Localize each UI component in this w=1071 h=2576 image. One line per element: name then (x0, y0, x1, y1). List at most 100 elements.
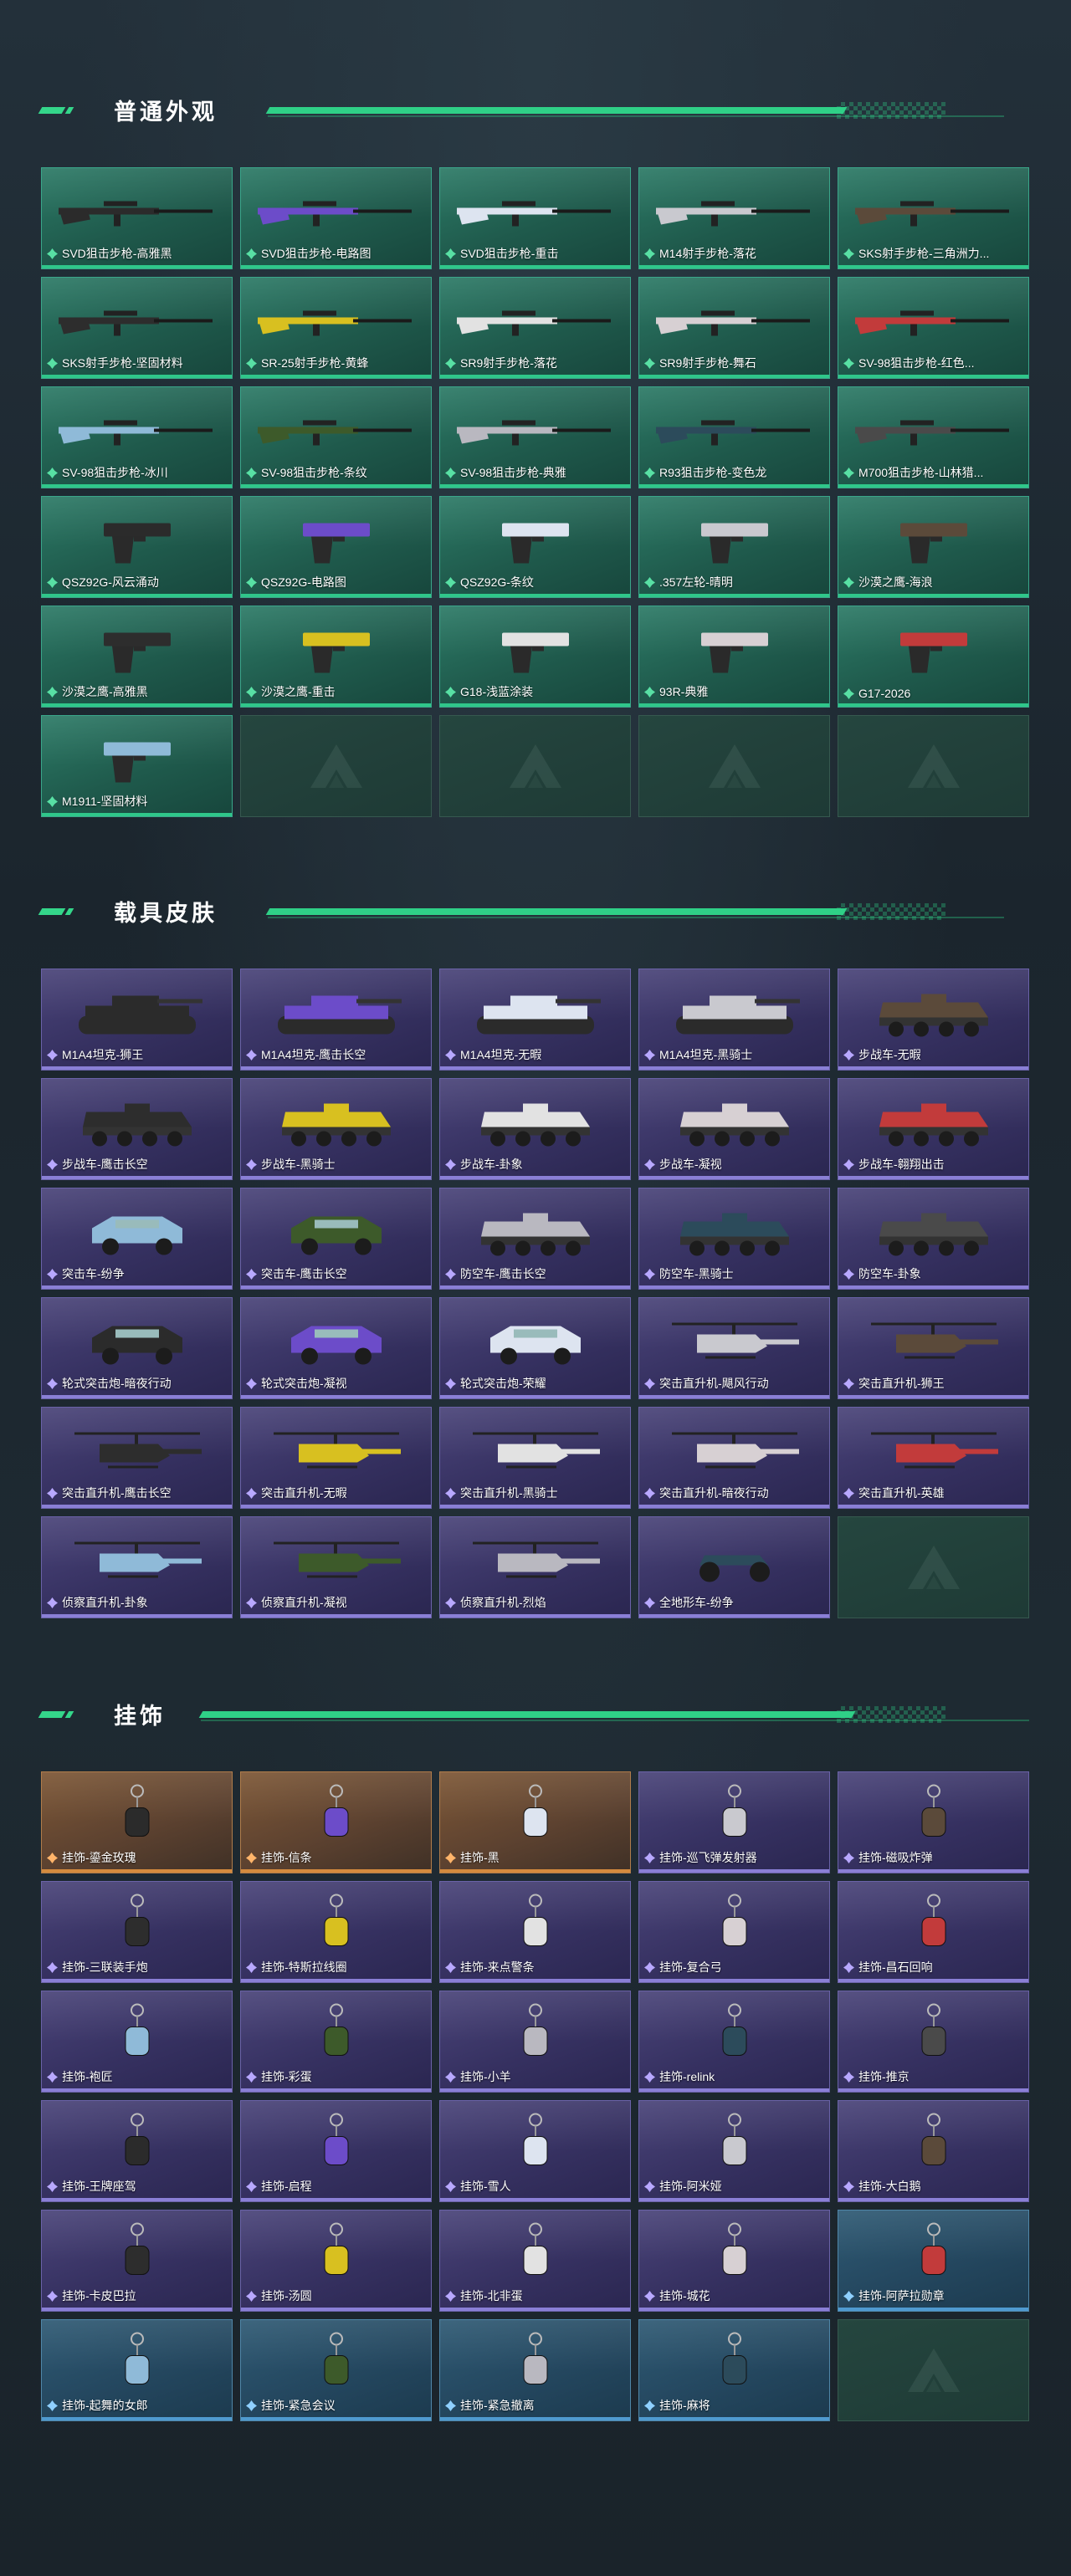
vehicle-skin-card[interactable]: 步战车-黑骑士 (240, 1078, 432, 1180)
weapon-skin-card[interactable]: SV-98狙击步枪-条纹 (240, 386, 432, 488)
charm-card[interactable]: 挂饰-信条 (240, 1771, 432, 1873)
charm-card[interactable]: 挂饰-黑 (439, 1771, 631, 1873)
vehicle-skin-card[interactable]: 步战车-凝视 (638, 1078, 830, 1180)
vehicle-skin-card[interactable]: 突击直升机-黑骑士 (439, 1407, 631, 1509)
weapon-skin-card[interactable]: SV-98狙击步枪-冰川 (41, 386, 233, 488)
weapon-skin-card[interactable]: G18-浅蓝涂装 (439, 606, 631, 708)
charm-card[interactable]: 挂饰-巡飞弹发射器 (638, 1771, 830, 1873)
vehicle-skin-card[interactable]: 突击直升机-暗夜行动 (638, 1407, 830, 1509)
charm-card[interactable]: 挂饰-汤圆 (240, 2210, 432, 2312)
vehicle-skin-card[interactable]: 防空车-黑骑士 (638, 1188, 830, 1290)
charm-card[interactable]: 挂饰-紧急撤离 (439, 2319, 631, 2421)
charm-card[interactable]: 挂饰-卡皮巴拉 (41, 2210, 233, 2312)
charm-card[interactable]: 挂饰-紧急会议 (240, 2319, 432, 2421)
vehicle-skin-card[interactable]: 突击直升机-飓风行动 (638, 1297, 830, 1399)
charm-card[interactable]: 挂饰-王牌座驾 (41, 2100, 233, 2202)
vehicle-skin-card[interactable]: M1A4坦克-无暇 (439, 969, 631, 1071)
vehicle-skin-card[interactable]: 侦察直升机-卦象 (41, 1516, 233, 1618)
vehicle-skin-card[interactable]: 步战车-无暇 (838, 969, 1029, 1071)
vehicle-skin-card[interactable]: 防空车-卦象 (838, 1188, 1029, 1290)
section-title: 普通外观 (114, 100, 218, 125)
charm-card[interactable]: 挂饰-来点警条 (439, 1881, 631, 1983)
charm-card[interactable]: 挂饰-小羊 (439, 1991, 631, 2093)
vehicle-skin-card[interactable]: M1A4坦克-黑骑士 (638, 969, 830, 1071)
vehicle-skin-card[interactable]: 侦察直升机-凝视 (240, 1516, 432, 1618)
weapon-skin-card[interactable]: QSZ92G-风云涌动 (41, 496, 233, 598)
weapon-skin-card[interactable]: M1911-坚固材料 (41, 715, 233, 817)
weapon-skin-card[interactable]: SV-98狙击步枪-典雅 (439, 386, 631, 488)
weapon-skin-card[interactable]: M14射手步枪-落花 (638, 167, 830, 269)
charm-card[interactable]: 挂饰-磁吸炸弹 (838, 1771, 1029, 1873)
weapon-skin-card[interactable]: 沙漠之鹰-重击 (240, 606, 432, 708)
vehicle-skin-card[interactable]: 突击车-鹰击长空 (240, 1188, 432, 1290)
weapon-skin-card[interactable]: SVD狙击步枪-高雅黑 (41, 167, 233, 269)
charm-card[interactable]: 挂饰-大白鹅 (838, 2100, 1029, 2202)
weapon-skin-card[interactable]: SKS射手步枪-坚固材料 (41, 277, 233, 379)
weapon-skin-card[interactable]: R93狙击步枪-变色龙 (638, 386, 830, 488)
charm-image (710, 2221, 760, 2292)
charm-card[interactable]: 挂饰-阿萨拉勋章 (838, 2210, 1029, 2312)
rarity-diamond-icon (246, 467, 257, 478)
vehicle-skin-image (79, 1204, 196, 1266)
charm-image (710, 2002, 760, 2073)
charm-card[interactable]: 挂饰-阿米娅 (638, 2100, 830, 2202)
weapon-skin-card[interactable]: SR-25射手步枪-黄蜂 (240, 277, 432, 379)
vehicle-skin-card[interactable]: 全地形车-纷争 (638, 1516, 830, 1618)
charm-card[interactable]: 挂饰-麻将 (638, 2319, 830, 2421)
weapon-skin-card[interactable]: 93R-典雅 (638, 606, 830, 708)
vehicle-skin-card[interactable]: 突击直升机-无暇 (240, 1407, 432, 1509)
charm-card[interactable]: 挂饰-鎏金玫瑰 (41, 1771, 233, 1873)
charm-image (510, 2221, 561, 2292)
weapon-skin-image (87, 731, 187, 794)
charm-card[interactable]: 挂饰-北非蛋 (439, 2210, 631, 2312)
charm-card[interactable]: 挂饰-relink (638, 1991, 830, 2093)
vehicle-skin-card[interactable]: 侦察直升机-烈焰 (439, 1516, 631, 1618)
weapon-skin-card[interactable]: QSZ92G-电路图 (240, 496, 432, 598)
charm-card[interactable]: 挂饰-启程 (240, 2100, 432, 2202)
vehicle-skin-card[interactable]: 步战车-鹰击长空 (41, 1078, 233, 1180)
charm-card[interactable]: 挂饰-昌石回响 (838, 1881, 1029, 1983)
item-name: SV-98狙击步枪-典雅 (460, 466, 566, 479)
vehicle-skin-card[interactable]: 轮式突击炮-凝视 (240, 1297, 432, 1399)
vehicle-skin-card[interactable]: 突击直升机-英雄 (838, 1407, 1029, 1509)
vehicle-skin-card[interactable]: 突击直升机-鹰击长空 (41, 1407, 233, 1509)
vehicle-skin-card[interactable]: 轮式突击炮-暗夜行动 (41, 1297, 233, 1399)
charm-card[interactable]: 挂饰-城花 (638, 2210, 830, 2312)
vehicle-skin-card[interactable]: M1A4坦克-鹰击长空 (240, 969, 432, 1071)
charm-card[interactable]: 挂饰-袍匠 (41, 1991, 233, 2093)
vehicle-skin-card[interactable]: 步战车-卦象 (439, 1078, 631, 1180)
weapon-skin-card[interactable]: .357左轮-晴明 (638, 496, 830, 598)
weapon-skin-card[interactable]: SVD狙击步枪-重击 (439, 167, 631, 269)
charm-card[interactable]: 挂饰-雪人 (439, 2100, 631, 2202)
vehicle-skin-card[interactable]: M1A4坦克-狮王 (41, 969, 233, 1071)
charm-card[interactable]: 挂饰-特斯拉线圈 (240, 1881, 432, 1983)
weapon-skin-card[interactable]: SV-98狙击步枪-红色... (838, 277, 1029, 379)
vehicle-skin-card[interactable]: 轮式突击炮-荣耀 (439, 1297, 631, 1399)
charm-card[interactable]: 挂饰-复合弓 (638, 1881, 830, 1983)
vehicle-skin-card[interactable]: 突击车-纷争 (41, 1188, 233, 1290)
item-name: M1A4坦克-鹰击长空 (261, 1048, 366, 1061)
vehicle-skin-card[interactable]: 防空车-鹰击长空 (439, 1188, 631, 1290)
weapon-skin-card[interactable]: M700狙击步枪-山林猎... (838, 386, 1029, 488)
rarity-diamond-icon (47, 576, 58, 588)
weapon-skin-card[interactable]: 沙漠之鹰-高雅黑 (41, 606, 233, 708)
charm-card[interactable]: 挂饰-推京 (838, 1991, 1029, 2093)
charm-card[interactable]: 挂饰-彩蛋 (240, 1991, 432, 2093)
rarity-diamond-icon (843, 467, 854, 478)
card-label: SKS射手步枪-三角洲力... (843, 245, 1023, 262)
weapon-skin-card[interactable]: 沙漠之鹰-海浪 (838, 496, 1029, 598)
rarity-diamond-icon (644, 2400, 655, 2411)
weapon-skin-card[interactable]: QSZ92G-条纹 (439, 496, 631, 598)
weapon-skin-card[interactable]: SKS射手步枪-三角洲力... (838, 167, 1029, 269)
rarity-diamond-icon (246, 2071, 257, 2083)
weapon-skin-card[interactable]: SR9射手步枪-舞石 (638, 277, 830, 379)
charm-card[interactable]: 挂饰-三联装手炮 (41, 1881, 233, 1983)
weapon-skin-card[interactable]: G17-2026 (838, 606, 1029, 708)
card-label: 挂饰-阿米娅 (644, 2178, 824, 2195)
vehicle-skin-card[interactable]: 步战车-翱翔出击 (838, 1078, 1029, 1180)
vehicle-skin-image (74, 1094, 200, 1157)
charm-card[interactable]: 挂饰-起舞的女郎 (41, 2319, 233, 2421)
vehicle-skin-card[interactable]: 突击直升机-狮王 (838, 1297, 1029, 1399)
weapon-skin-card[interactable]: SR9射手步枪-落花 (439, 277, 631, 379)
weapon-skin-card[interactable]: SVD狙击步枪-电路图 (240, 167, 432, 269)
